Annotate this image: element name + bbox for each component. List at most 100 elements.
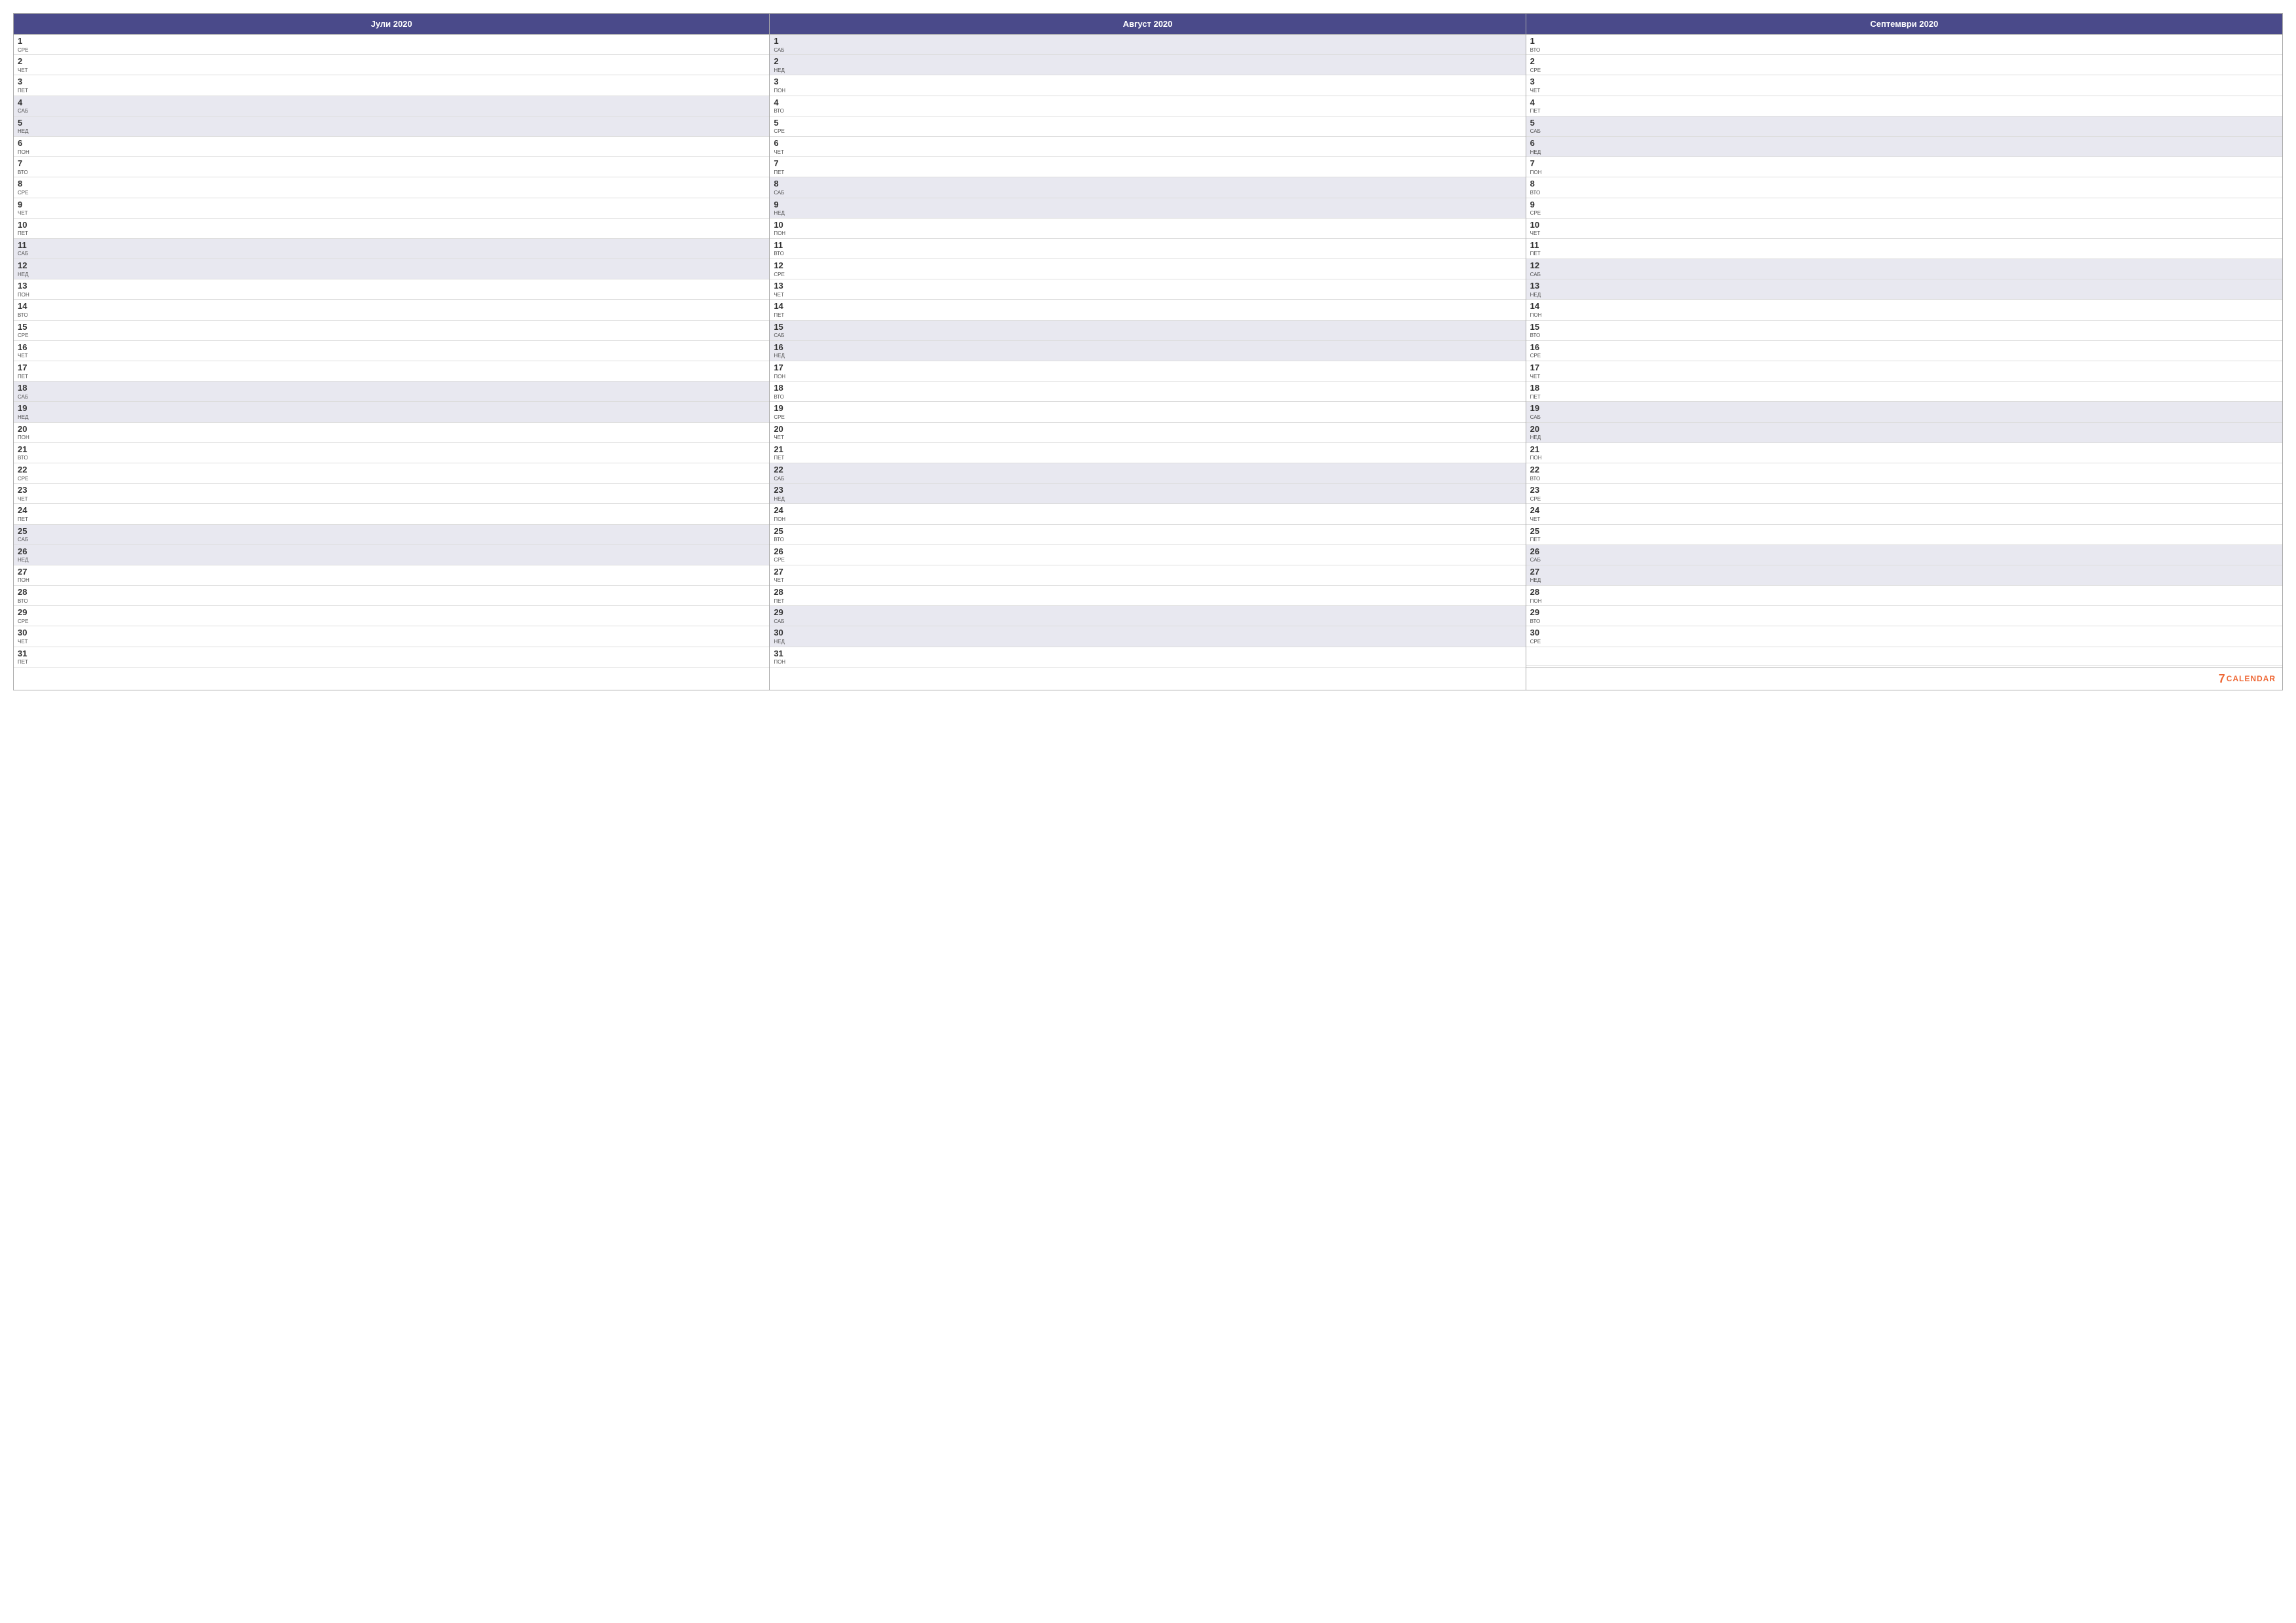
day-name: НЕД <box>18 557 32 563</box>
day-name: ЧЕТ <box>18 639 32 645</box>
day-name: ВТО <box>1530 190 1545 196</box>
logo-text: CALENDAR <box>2227 674 2276 683</box>
day-number: 18 <box>1530 383 1545 393</box>
day-row: 9ЧЕТ <box>14 198 769 219</box>
day-info: 2СРЕ <box>1530 56 1545 73</box>
day-number: 9 <box>1530 200 1545 210</box>
day-name: СРЕ <box>1530 639 1545 645</box>
day-info: 15ВТО <box>1530 322 1545 339</box>
day-number: 23 <box>18 485 32 495</box>
day-number: 26 <box>18 546 32 557</box>
day-info: 9ЧЕТ <box>18 200 32 217</box>
day-number: 19 <box>1530 403 1545 414</box>
day-number: 28 <box>774 587 788 597</box>
day-name: ПОН <box>774 659 788 666</box>
day-info: 25ВТО <box>774 526 788 543</box>
day-info: 1ВТО <box>1530 36 1545 53</box>
day-row: 22САБ <box>770 463 1525 484</box>
bottom-col-1 <box>770 668 1526 690</box>
day-info: 7ВТО <box>18 158 32 175</box>
day-row: 24ЧЕТ <box>1526 504 2282 524</box>
day-info: 19САБ <box>1530 403 1545 420</box>
day-row: 9СРЕ <box>1526 198 2282 219</box>
day-row: 27НЕД <box>1526 565 2282 586</box>
day-row: 18ВТО <box>770 382 1525 402</box>
day-row: 26НЕД <box>14 545 769 565</box>
day-name: ВТО <box>1530 618 1545 625</box>
day-info: 5СРЕ <box>774 118 788 135</box>
day-number: 21 <box>18 444 32 455</box>
day-row: 24ПЕТ <box>14 504 769 524</box>
day-name: ПЕТ <box>1530 251 1545 257</box>
day-row: 6ЧЕТ <box>770 137 1525 157</box>
day-number: 4 <box>774 98 788 108</box>
day-number: 15 <box>774 322 788 332</box>
day-name: САБ <box>774 476 788 482</box>
day-name: СРЕ <box>1530 496 1545 503</box>
day-row: 31ПЕТ <box>14 647 769 668</box>
day-number: 15 <box>1530 322 1545 332</box>
day-number: 2 <box>774 56 788 67</box>
day-number: 4 <box>18 98 32 108</box>
day-number: 29 <box>18 607 32 618</box>
day-row: 23НЕД <box>770 484 1525 504</box>
day-info: 19СРЕ <box>774 403 788 420</box>
day-info: 10ПОН <box>774 220 788 237</box>
day-row: 17ЧЕТ <box>1526 361 2282 382</box>
day-info: 3ЧЕТ <box>1530 77 1545 94</box>
day-row: 7ПОН <box>1526 157 2282 177</box>
month-column-1: Август 20201САБ2НЕД3ПОН4ВТО5СРЕ6ЧЕТ7ПЕТ8… <box>770 14 1526 668</box>
day-number: 18 <box>18 383 32 393</box>
day-row: 6НЕД <box>1526 137 2282 157</box>
day-info: 18ПЕТ <box>1530 383 1545 400</box>
day-number: 17 <box>18 363 32 373</box>
day-row: 19НЕД <box>14 402 769 422</box>
day-row: 20ЧЕТ <box>770 423 1525 443</box>
day-name: САБ <box>774 47 788 54</box>
day-name: СРЕ <box>774 557 788 563</box>
day-name: ВТО <box>18 169 32 176</box>
day-name: ВТО <box>774 251 788 257</box>
month-header-1: Август 2020 <box>770 14 1525 35</box>
day-name: ВТО <box>774 537 788 543</box>
day-number: 18 <box>774 383 788 393</box>
day-number: 22 <box>18 465 32 475</box>
day-row: 31ПОН <box>770 647 1525 668</box>
logo-area: 7CALENDAR <box>1526 668 2282 690</box>
day-info: 16СРЕ <box>1530 342 1545 359</box>
day-number: 28 <box>18 587 32 597</box>
day-row: 12НЕД <box>14 259 769 279</box>
day-name: СРЕ <box>18 332 32 339</box>
day-info: 22ВТО <box>1530 465 1545 482</box>
day-number: 9 <box>774 200 788 210</box>
day-name: ВТО <box>18 455 32 461</box>
day-name: ЧЕТ <box>774 577 788 584</box>
day-info: 12СРЕ <box>774 260 788 277</box>
day-info: 5САБ <box>1530 118 1545 135</box>
day-row: 29САБ <box>770 606 1525 626</box>
day-name: НЕД <box>18 414 32 421</box>
day-row: 22ВТО <box>1526 463 2282 484</box>
day-name: САБ <box>18 537 32 543</box>
day-info: 23СРЕ <box>1530 485 1545 502</box>
day-number: 1 <box>774 36 788 46</box>
day-number: 6 <box>18 138 32 149</box>
day-info: 22СРЕ <box>18 465 32 482</box>
day-info: 15САБ <box>774 322 788 339</box>
day-info: 28ВТО <box>18 587 32 604</box>
day-name: ПЕТ <box>774 455 788 461</box>
day-row: 4ПЕТ <box>1526 96 2282 116</box>
day-info: 28ПОН <box>1530 587 1545 604</box>
day-number: 27 <box>1530 567 1545 577</box>
day-number: 19 <box>18 403 32 414</box>
day-name: НЕД <box>774 353 788 359</box>
day-row: 3ПЕТ <box>14 75 769 96</box>
day-number: 10 <box>1530 220 1545 230</box>
day-name: СРЕ <box>1530 353 1545 359</box>
day-row: 30СРЕ <box>1526 626 2282 647</box>
day-name: САБ <box>1530 128 1545 135</box>
bottom-col-0 <box>14 668 770 690</box>
day-name: ЧЕТ <box>1530 88 1545 94</box>
day-name: ПОН <box>1530 169 1545 176</box>
day-number: 12 <box>1530 260 1545 271</box>
